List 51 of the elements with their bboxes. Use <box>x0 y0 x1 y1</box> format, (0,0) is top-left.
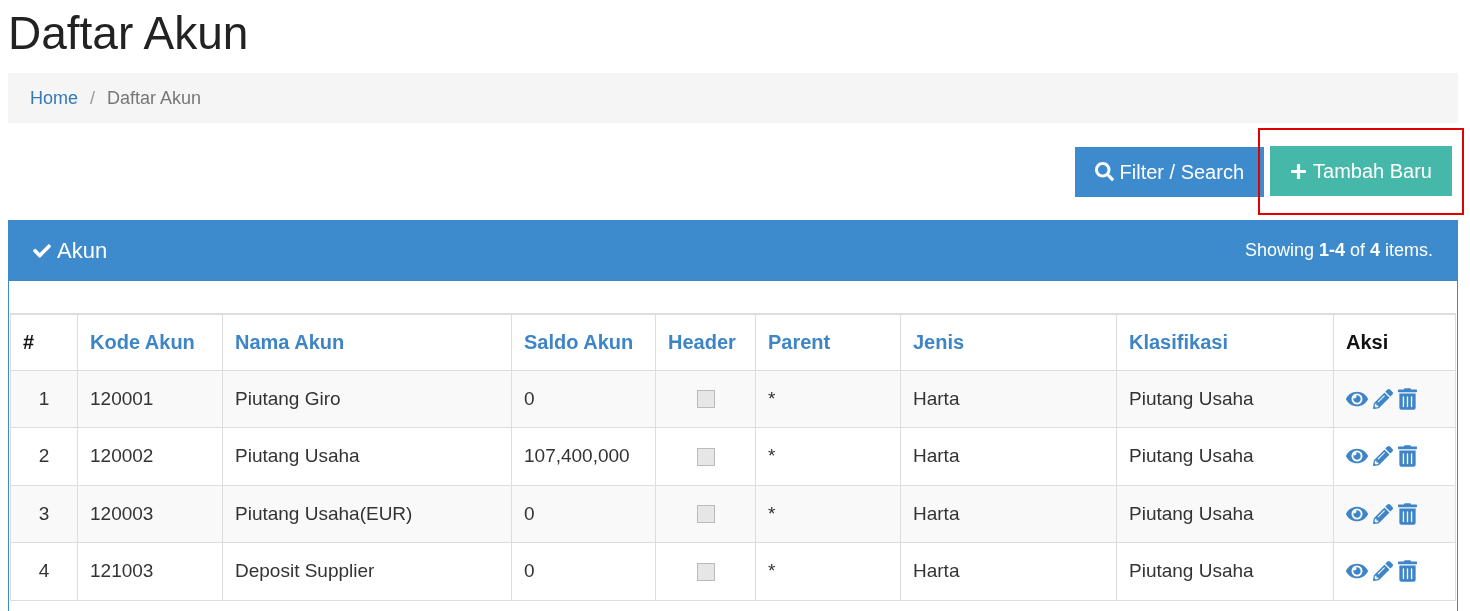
delete-icon[interactable] <box>1398 387 1417 410</box>
table-cell: 1 <box>10 370 78 428</box>
check-icon <box>33 241 51 260</box>
table-cell: Harta <box>900 485 1117 543</box>
items-summary: Showing 1-4 of 4 items. <box>1244 239 1433 262</box>
table-cell: 0 <box>511 485 656 543</box>
table-cell: 107,400,000 <box>511 427 656 485</box>
header-checkbox[interactable] <box>696 390 715 409</box>
header-checkbox[interactable] <box>696 505 715 524</box>
table-cell: 3 <box>10 485 78 543</box>
table-cell: 121003 <box>77 542 223 600</box>
table-cell: Piutang Usaha(EUR) <box>222 485 512 543</box>
table-cell: Piutang Usaha <box>222 427 512 485</box>
table-cell: 120002 <box>77 427 223 485</box>
header-checkbox[interactable] <box>696 563 715 581</box>
table-cell: Harta <box>900 370 1117 428</box>
filter-search-button[interactable]: Filter / Search <box>1074 146 1265 197</box>
header-checkbox[interactable] <box>696 448 715 466</box>
search-icon <box>1094 162 1114 181</box>
table-cell: * <box>755 370 901 428</box>
panel-title: Akun <box>57 237 108 265</box>
breadcrumb-separator: / <box>90 86 96 110</box>
plus-icon <box>1290 162 1308 180</box>
breadcrumb-current: Daftar Akun <box>107 86 202 110</box>
table-cell: * <box>755 485 901 543</box>
edit-icon[interactable] <box>1373 446 1393 467</box>
delete-icon[interactable] <box>1398 445 1417 468</box>
table-cell: Piutang Giro <box>222 370 512 428</box>
table-cell: 2 <box>10 427 78 485</box>
add-button[interactable]: Tambah Baru <box>1270 146 1452 196</box>
delete-icon[interactable] <box>1398 502 1417 525</box>
table-cell: 120003 <box>77 485 223 543</box>
table-cell: Harta <box>900 427 1117 485</box>
table-cell: Piutang Usaha <box>1116 485 1334 543</box>
edit-icon[interactable] <box>1373 561 1393 582</box>
table-cell: * <box>755 542 901 600</box>
table-cell: Piutang Usaha <box>1116 427 1334 485</box>
table-cell: Piutang Usaha <box>1116 370 1334 428</box>
table-cell: Piutang Usaha <box>1116 542 1334 600</box>
table-cell: Deposit Supplier <box>222 542 512 600</box>
edit-icon[interactable] <box>1373 388 1393 409</box>
edit-icon[interactable] <box>1373 503 1393 524</box>
table-cell: 0 <box>511 542 656 600</box>
breadcrumb-link[interactable]: Home <box>30 84 78 112</box>
page-title: Daftar Akun <box>7 6 249 61</box>
delete-icon[interactable] <box>1398 560 1417 583</box>
table-cell: 4 <box>10 542 78 600</box>
table-cell: Harta <box>900 542 1117 600</box>
table-cell: * <box>755 427 901 485</box>
table-cell: 120001 <box>77 370 223 428</box>
table-cell: 0 <box>511 370 656 428</box>
